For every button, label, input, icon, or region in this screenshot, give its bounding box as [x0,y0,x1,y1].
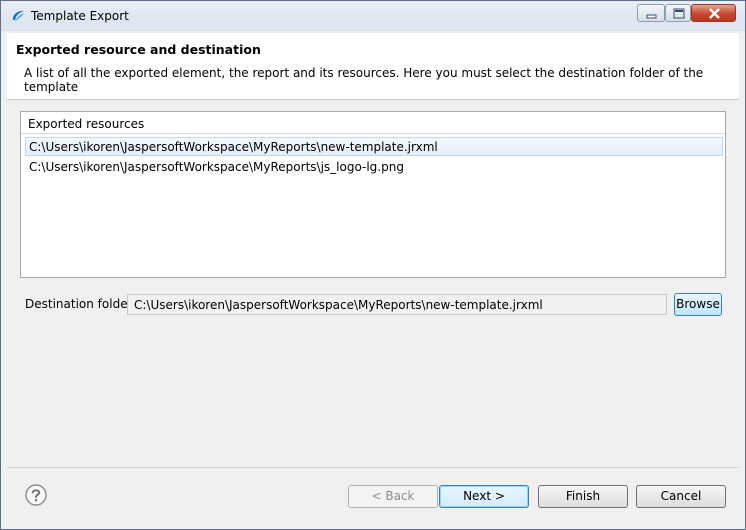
minimize-button[interactable] [637,4,665,22]
footer-separator [7,467,739,468]
help-icon[interactable] [25,484,47,506]
next-button[interactable]: Next > [439,485,529,508]
wizard-header: Exported resource and destination A list… [7,33,739,100]
template-export-dialog: Template Export Exported resource and de… [0,0,746,530]
minimize-icon [646,14,657,19]
destination-folder-field[interactable]: C:\Users\ikoren\JaspersoftWorkspace\MyRe… [127,294,667,315]
resource-row[interactable]: C:\Users\ikoren\JaspersoftWorkspace\MyRe… [25,157,723,176]
title-bar[interactable]: Template Export [1,1,745,31]
page-title: Exported resource and destination [16,42,261,57]
resource-row[interactable]: C:\Users\ikoren\JaspersoftWorkspace\MyRe… [25,137,723,156]
window-title: Template Export [31,9,129,23]
browse-button[interactable]: Browse [674,293,722,316]
exported-resources-table[interactable]: Exported resources C:\Users\ikoren\Jaspe… [20,111,726,278]
maximize-button[interactable] [665,4,691,22]
destination-folder-label: Destination folder: [25,297,137,311]
page-description: A list of all the exported element, the … [24,66,704,94]
close-icon [709,8,720,19]
cancel-button[interactable]: Cancel [636,485,726,508]
finish-button[interactable]: Finish [538,485,628,508]
maximize-icon [673,8,685,19]
jaspersoft-app-icon [12,10,24,21]
close-button[interactable] [691,4,736,22]
back-button[interactable]: < Back [348,485,438,508]
resources-column-header[interactable]: Exported resources [21,112,725,134]
